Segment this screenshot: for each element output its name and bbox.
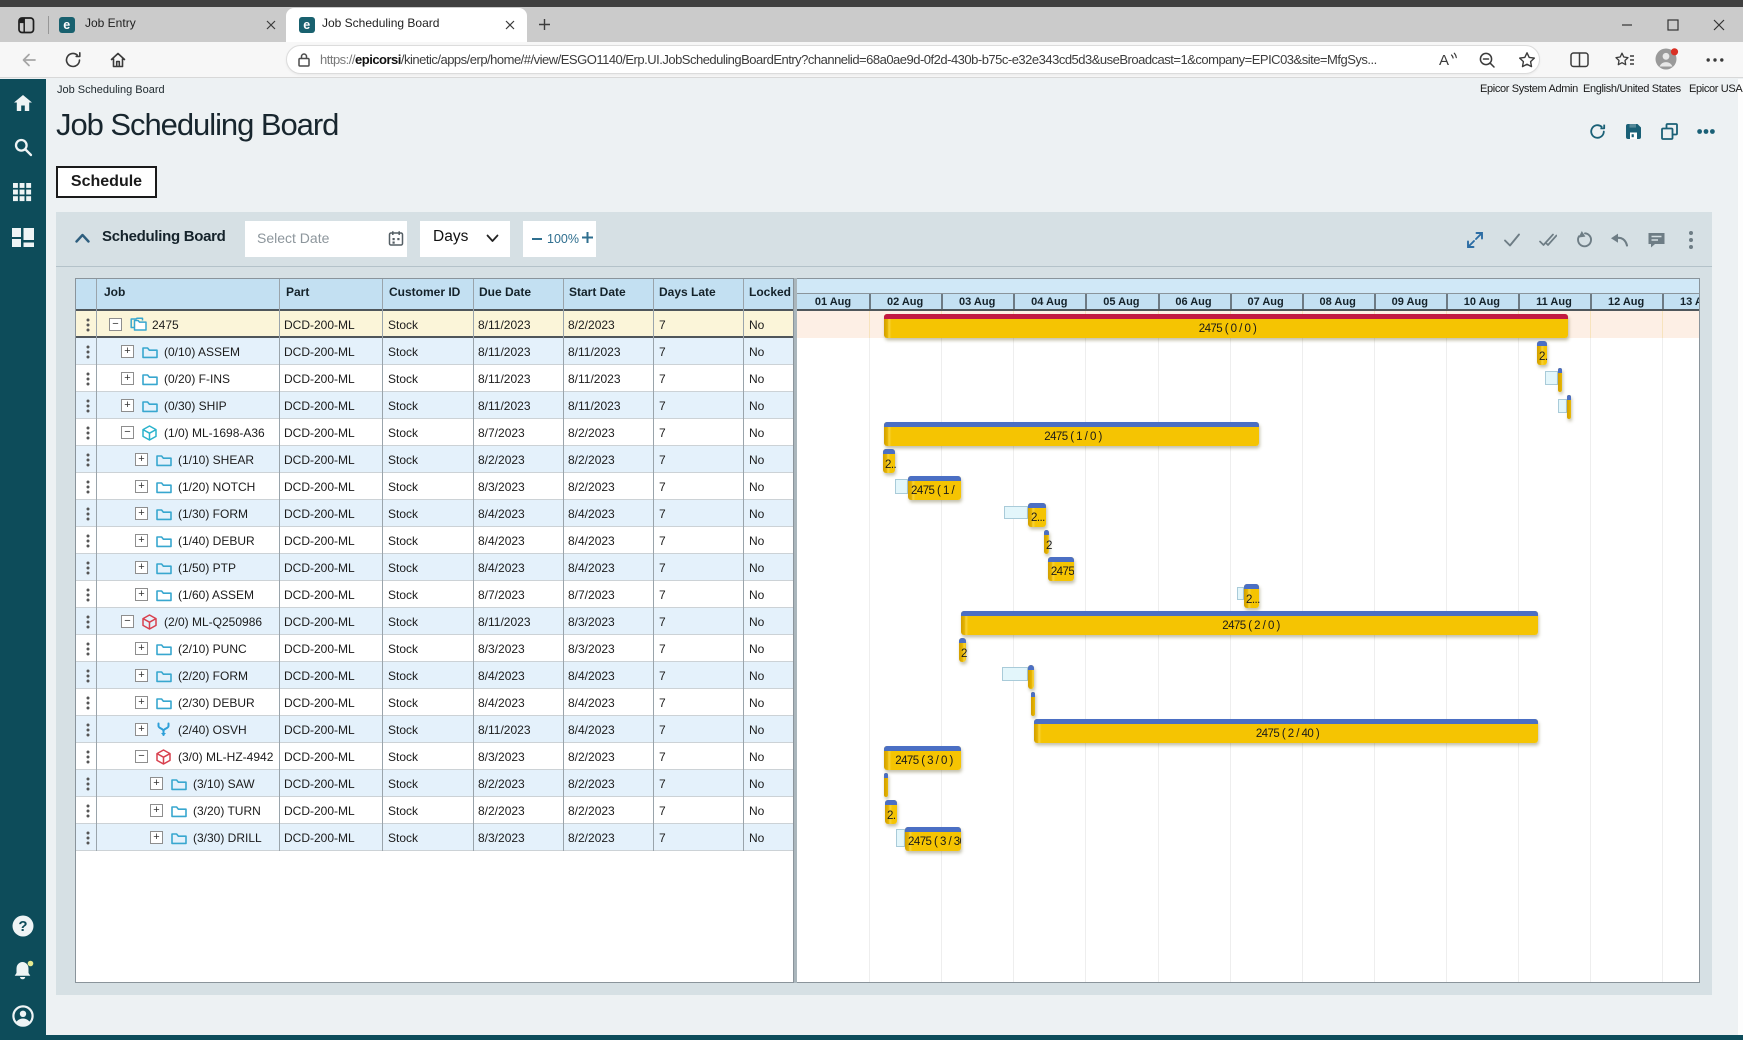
svg-text:?: ? (18, 918, 27, 935)
svg-text:A: A (1439, 52, 1449, 68)
